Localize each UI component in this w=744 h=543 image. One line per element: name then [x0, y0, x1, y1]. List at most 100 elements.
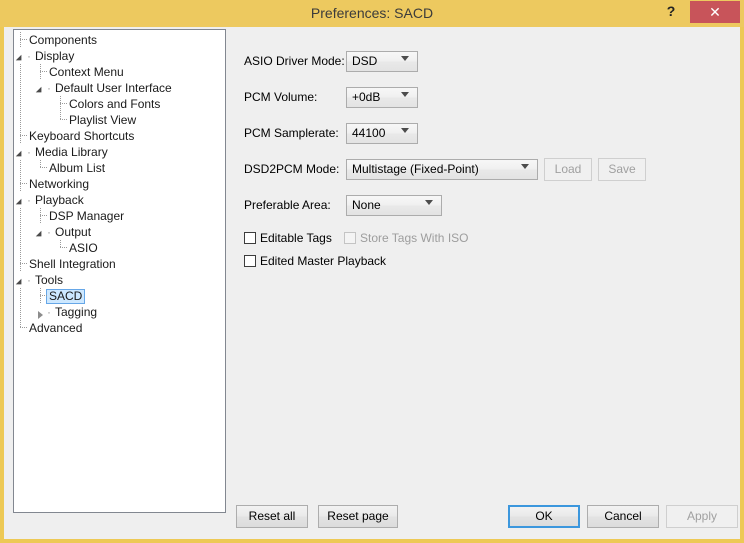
- tree-expander-open-icon[interactable]: [34, 80, 46, 96]
- tree-item-dsp-manager[interactable]: DSP Manager: [14, 208, 225, 224]
- tree-indent-guide: [14, 304, 34, 320]
- ok-button[interactable]: OK: [508, 505, 580, 528]
- tree-item-media-library[interactable]: · Media Library: [14, 144, 225, 160]
- tree-indent-guide: [34, 112, 54, 128]
- form-row: Preferable Area: None: [236, 195, 616, 217]
- chevron-down-icon: [521, 163, 530, 172]
- reset-all-button[interactable]: Reset all: [236, 505, 308, 528]
- dropdown-pcm-samplerate[interactable]: 44100: [346, 123, 418, 144]
- tree-indent-guide: [14, 112, 34, 128]
- tree-expander-open-icon[interactable]: [14, 272, 26, 288]
- preferences-dialog: Preferences: SACD ? ✕ Components · Display…: [0, 0, 744, 543]
- tree-indent-guide: [14, 96, 34, 112]
- checkbox-label: Store Tags With ISO: [360, 231, 469, 245]
- tree-indent-guide: [14, 240, 34, 256]
- dropdown-pcm-volume[interactable]: +0dB: [346, 87, 418, 108]
- tree-indent-guide: [14, 160, 34, 176]
- tree-item-label: Playback: [35, 193, 84, 207]
- field-label: ASIO Driver Mode:: [244, 54, 345, 68]
- tree-indent-guide: [14, 64, 34, 80]
- load-button[interactable]: Load: [544, 158, 592, 181]
- chevron-down-icon: [425, 199, 434, 208]
- tree-item-label: Tools: [35, 273, 64, 287]
- tree-item-tagging[interactable]: · Tagging: [14, 304, 225, 320]
- title-bar: Preferences: SACD ? ✕: [0, 0, 744, 27]
- apply-button: Apply: [666, 505, 738, 528]
- help-button[interactable]: ?: [660, 0, 682, 24]
- tree-item-label: Advanced: [29, 321, 83, 335]
- tree-item-label: Album List: [49, 161, 106, 175]
- tree-expander-open-icon[interactable]: [14, 144, 26, 160]
- dropdown-preferable-area[interactable]: None: [346, 195, 442, 216]
- close-button[interactable]: ✕: [690, 1, 740, 23]
- checkbox-editable-tags[interactable]: Editable Tags: [244, 231, 332, 245]
- tree-item-label: DSP Manager: [49, 209, 125, 223]
- checkbox-label: Edited Master Playback: [260, 254, 387, 268]
- tree-item-label: ASIO: [69, 241, 98, 255]
- tree-expander-open-icon[interactable]: [14, 192, 26, 208]
- dropdown-value: None: [352, 198, 381, 212]
- tree-item-components[interactable]: Components: [14, 32, 225, 48]
- tree-item-label: Default User Interface: [55, 81, 172, 95]
- tree-item-output[interactable]: · Output: [14, 224, 225, 240]
- tree-item-shell-integration[interactable]: Shell Integration: [14, 256, 225, 272]
- form-row: PCM Volume: +0dB: [236, 87, 616, 109]
- tree-item-default-user-interface[interactable]: · Default User Interface: [14, 80, 225, 96]
- tree-indent-guide: [14, 224, 34, 240]
- tree-item-label: Keyboard Shortcuts: [29, 129, 135, 143]
- preferences-tree[interactable]: Components · Display Context Menu · Default U…: [13, 29, 226, 513]
- tree-item-asio[interactable]: ASIO: [14, 240, 225, 256]
- cancel-button[interactable]: Cancel: [587, 505, 659, 528]
- tree-item-album-list[interactable]: Album List: [14, 160, 225, 176]
- chevron-down-icon: [401, 127, 410, 136]
- tree-expander-open-icon[interactable]: [14, 48, 26, 64]
- form-row: ASIO Driver Mode: DSD: [236, 51, 616, 73]
- tree-indent-guide: [34, 240, 54, 256]
- tree-item-display[interactable]: · Display: [14, 48, 225, 64]
- tree-expander-open-icon[interactable]: [34, 224, 46, 240]
- chevron-down-icon: [401, 55, 410, 64]
- tree-item-networking[interactable]: Networking: [14, 176, 225, 192]
- dropdown-dsd2pcm-mode[interactable]: Multistage (Fixed-Point): [346, 159, 538, 180]
- tree-item-colors-and-fonts[interactable]: Colors and Fonts: [14, 96, 225, 112]
- tree-item-label: Media Library: [35, 145, 108, 159]
- tree-item-keyboard-shortcuts[interactable]: Keyboard Shortcuts: [14, 128, 225, 144]
- tree-item-label: Playlist View: [69, 113, 137, 127]
- window-title: Preferences: SACD: [310, 5, 434, 21]
- tree-item-label: SACD: [46, 289, 86, 304]
- field-label: Preferable Area:: [244, 198, 331, 212]
- save-button[interactable]: Save: [598, 158, 646, 181]
- tree-item-sacd[interactable]: SACD: [14, 288, 225, 304]
- tree-item-label: Tagging: [55, 305, 98, 319]
- field-label: PCM Volume:: [244, 90, 318, 104]
- tree-item-label: Components: [29, 33, 98, 47]
- tree-indent-guide: [14, 208, 34, 224]
- tree-item-playlist-view[interactable]: Playlist View: [14, 112, 225, 128]
- tree-item-label: Colors and Fonts: [69, 97, 161, 111]
- tree-item-tools[interactable]: · Tools: [14, 272, 225, 288]
- tree-item-label: Networking: [29, 177, 90, 191]
- checkbox-box-icon: [244, 232, 256, 244]
- dropdown-value: +0dB: [352, 90, 381, 104]
- dropdown-value: Multistage (Fixed-Point): [352, 162, 479, 176]
- checkbox-box-icon: [344, 232, 356, 244]
- sacd-settings-panel: ASIO Driver Mode: DSD PCM Volume: +0dB PCM S…: [236, 29, 736, 513]
- tree-expander-closed-icon[interactable]: [34, 304, 46, 320]
- tree-item-label: Display: [35, 49, 75, 63]
- reset-page-button[interactable]: Reset page: [318, 505, 398, 528]
- checkbox-box-icon: [244, 255, 256, 267]
- tree-item-label: Output: [55, 225, 92, 239]
- tree-indent-guide: [14, 80, 34, 96]
- tree-item-playback[interactable]: · Playback: [14, 192, 225, 208]
- checkbox-store-tags-with-iso: Store Tags With ISO: [344, 231, 469, 245]
- checkbox-edited-master-playback[interactable]: Edited Master Playback: [244, 254, 386, 268]
- checkbox-label: Editable Tags: [260, 231, 332, 245]
- field-label: DSD2PCM Mode:: [244, 162, 340, 176]
- tree-item-advanced[interactable]: Advanced: [14, 320, 225, 336]
- dropdown-value: DSD: [352, 54, 378, 68]
- dropdown-asio-driver-mode[interactable]: DSD: [346, 51, 418, 72]
- dialog-footer: Reset all Reset page OK Cancel Apply: [236, 505, 740, 535]
- chevron-down-icon: [401, 91, 410, 100]
- tree-item-context-menu[interactable]: Context Menu: [14, 64, 225, 80]
- field-label: PCM Samplerate:: [244, 126, 339, 140]
